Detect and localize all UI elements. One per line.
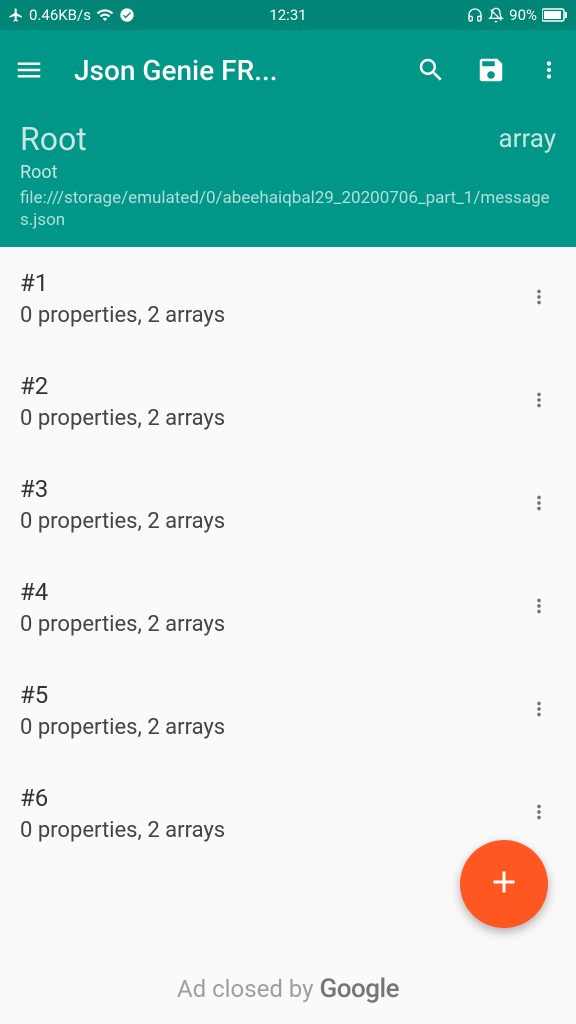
json-list: #1 0 properties, 2 arrays #2 0 propertie… <box>0 247 576 865</box>
item-sub: 0 properties, 2 arrays <box>20 303 522 328</box>
list-item-content: #6 0 properties, 2 arrays <box>20 784 522 843</box>
item-menu-icon[interactable] <box>522 389 556 415</box>
breadcrumb-path: file:///storage/emulated/0/abeehaiqbal29… <box>20 187 556 231</box>
breadcrumb-title[interactable]: Root <box>20 120 87 158</box>
item-sub: 0 properties, 2 arrays <box>20 715 522 740</box>
breadcrumb-sub: Root <box>20 162 556 183</box>
item-title: #3 <box>20 475 522 503</box>
status-right: 90% <box>467 6 568 24</box>
ad-text: Ad closed by <box>177 975 314 1003</box>
bell-off-icon <box>488 7 504 23</box>
list-item-content: #1 0 properties, 2 arrays <box>20 269 522 328</box>
item-title: #2 <box>20 372 522 400</box>
item-title: #6 <box>20 784 522 812</box>
list-item-content: #4 0 properties, 2 arrays <box>20 578 522 637</box>
status-left: 0.46KB/s <box>8 6 135 24</box>
save-icon[interactable] <box>476 55 506 85</box>
list-item-content: #5 0 properties, 2 arrays <box>20 681 522 740</box>
list-item[interactable]: #2 0 properties, 2 arrays <box>0 350 576 453</box>
airplane-icon <box>8 7 24 23</box>
battery-percent: 90% <box>509 6 537 24</box>
status-bar: 0.46KB/s 12:31 90% <box>0 0 576 30</box>
network-speed: 0.46KB/s <box>29 6 91 24</box>
list-item[interactable]: #1 0 properties, 2 arrays <box>0 247 576 350</box>
item-title: #1 <box>20 269 522 297</box>
wifi-icon <box>96 6 114 24</box>
search-icon[interactable] <box>416 55 446 85</box>
list-item[interactable]: #5 0 properties, 2 arrays <box>0 659 576 762</box>
item-sub: 0 properties, 2 arrays <box>20 612 522 637</box>
menu-icon[interactable] <box>14 55 44 85</box>
app-title: Json Genie FR... <box>74 54 406 87</box>
item-title: #5 <box>20 681 522 709</box>
breadcrumb-bar: Root array Root file:///storage/emulated… <box>0 110 576 247</box>
list-item[interactable]: #4 0 properties, 2 arrays <box>0 556 576 659</box>
more-vert-icon[interactable] <box>536 57 562 83</box>
list-item-content: #3 0 properties, 2 arrays <box>20 475 522 534</box>
list-item-content: #2 0 properties, 2 arrays <box>20 372 522 431</box>
list-item[interactable]: #3 0 properties, 2 arrays <box>0 453 576 556</box>
check-circle-icon <box>119 7 135 23</box>
item-sub: 0 properties, 2 arrays <box>20 406 522 431</box>
item-sub: 0 properties, 2 arrays <box>20 509 522 534</box>
plus-icon <box>486 864 522 904</box>
item-sub: 0 properties, 2 arrays <box>20 818 522 843</box>
app-bar: Json Genie FR... <box>0 30 576 110</box>
status-time: 12:31 <box>269 6 306 24</box>
item-menu-icon[interactable] <box>522 801 556 827</box>
battery-icon <box>542 8 568 22</box>
google-logo: Google <box>320 974 400 1004</box>
ad-bar: Ad closed by Google <box>0 954 576 1024</box>
breadcrumb-type: array <box>498 124 556 154</box>
item-menu-icon[interactable] <box>522 698 556 724</box>
item-title: #4 <box>20 578 522 606</box>
item-menu-icon[interactable] <box>522 595 556 621</box>
add-fab[interactable] <box>460 840 548 928</box>
headset-icon <box>467 7 483 23</box>
item-menu-icon[interactable] <box>522 492 556 518</box>
item-menu-icon[interactable] <box>522 286 556 312</box>
